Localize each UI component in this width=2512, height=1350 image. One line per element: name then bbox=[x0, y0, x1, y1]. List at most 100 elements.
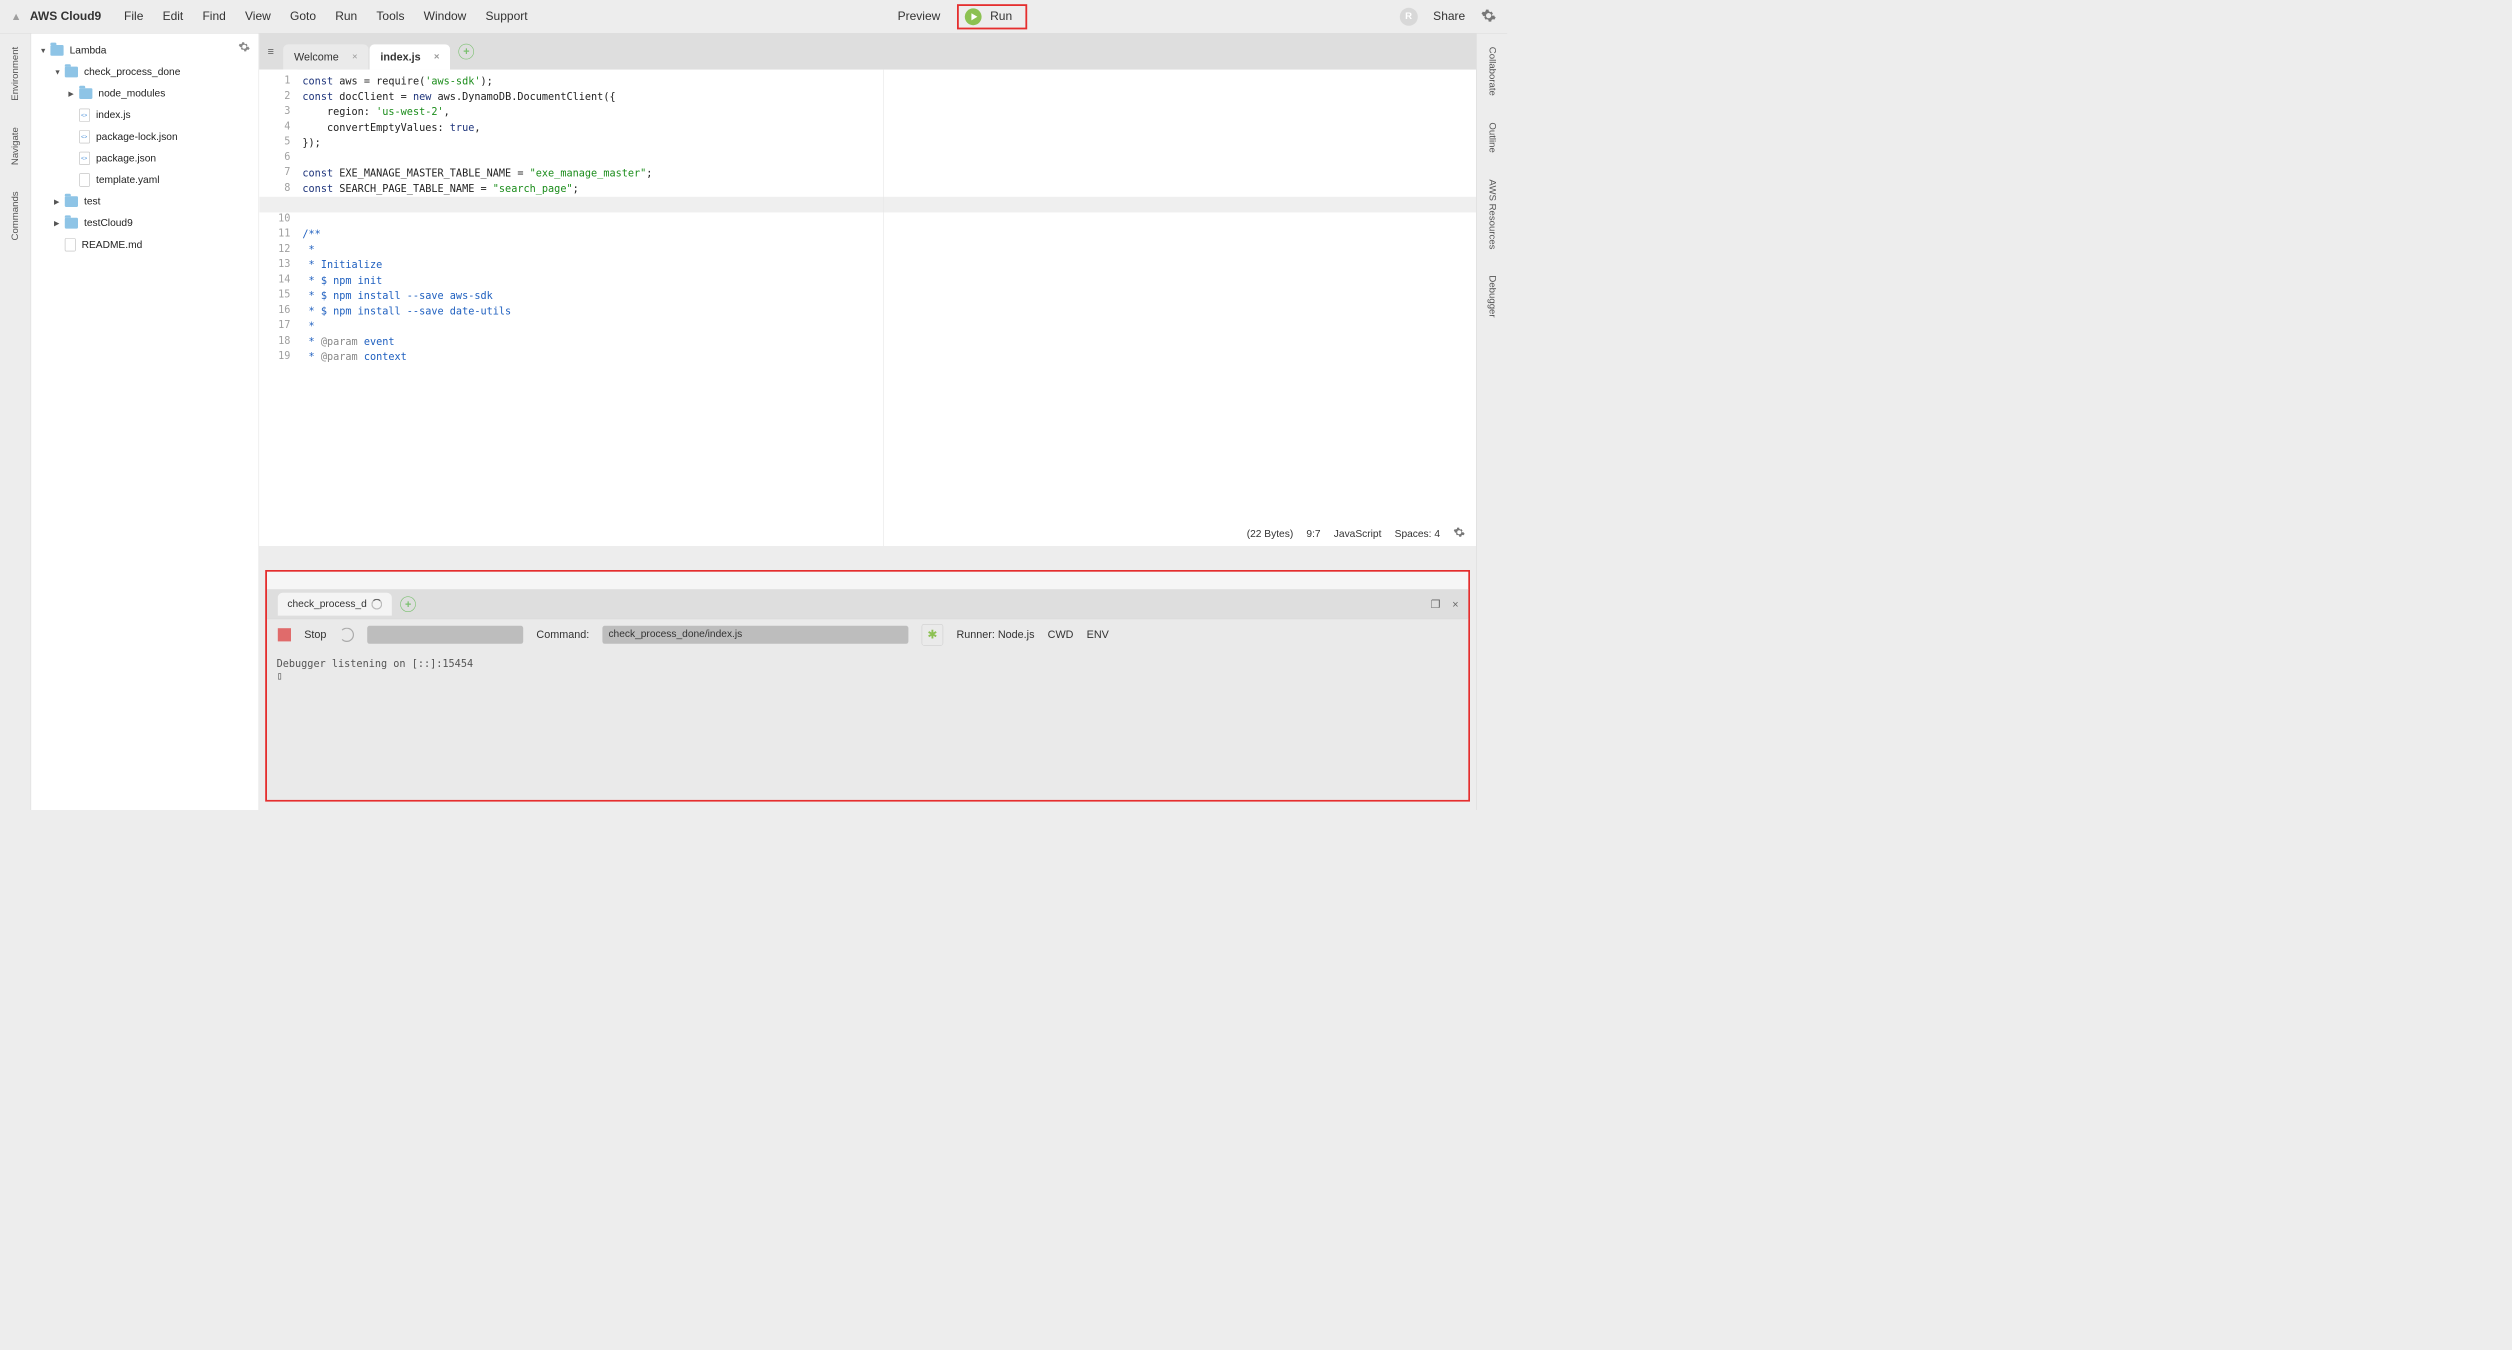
tree-item-label: package-lock.json bbox=[96, 131, 178, 143]
avatar[interactable]: R bbox=[1400, 8, 1418, 26]
caret-icon[interactable]: ▶ bbox=[54, 219, 62, 227]
tab-welcome[interactable]: Welcome × bbox=[283, 44, 368, 69]
tree-item-label: test bbox=[84, 196, 100, 208]
console-tab-label: check_process_d bbox=[287, 598, 366, 610]
tree-item[interactable]: package.json bbox=[31, 148, 258, 170]
tree-item-label: template.yaml bbox=[96, 174, 159, 186]
tree-item-label: package.json bbox=[96, 152, 156, 164]
menu-tools[interactable]: Tools bbox=[367, 10, 414, 24]
brand: AWS Cloud9 bbox=[30, 10, 101, 24]
tree-item[interactable]: ▶ testCloud9 bbox=[31, 212, 258, 234]
file-icon bbox=[79, 130, 90, 143]
console-tabs: check_process_d + ❐ × bbox=[267, 590, 1468, 619]
sidebar: ▼ Lambda ▼ check_process_done ▶ node_modulesi… bbox=[31, 34, 259, 810]
caret-icon[interactable]: ▶ bbox=[68, 89, 76, 97]
status-gear-icon[interactable] bbox=[1453, 526, 1465, 541]
rail-debugger[interactable]: Debugger bbox=[1487, 262, 1498, 331]
console-panel: check_process_d + ❐ × Stop Command: chec… bbox=[265, 570, 1470, 802]
folder-icon bbox=[50, 45, 63, 56]
tree-item-label: check_process_done bbox=[84, 66, 180, 78]
menu-support[interactable]: Support bbox=[476, 10, 537, 24]
close-icon[interactable]: × bbox=[1452, 598, 1458, 611]
share-button[interactable]: Share bbox=[1433, 10, 1465, 24]
restore-icon[interactable]: ❐ bbox=[1431, 598, 1441, 611]
console-tab-add[interactable]: + bbox=[400, 596, 416, 612]
menu-run[interactable]: Run bbox=[326, 10, 367, 24]
tree-item[interactable]: ▼ Lambda bbox=[31, 40, 258, 62]
command-label: Command: bbox=[536, 628, 589, 641]
tab-indexjs[interactable]: index.js × bbox=[370, 44, 451, 69]
tab-add-button[interactable]: + bbox=[459, 44, 475, 60]
menu-view[interactable]: View bbox=[235, 10, 280, 24]
rail-commands[interactable]: Commands bbox=[10, 178, 21, 253]
menu-edit[interactable]: Edit bbox=[153, 10, 193, 24]
gear-icon[interactable] bbox=[1481, 8, 1497, 25]
tree-item-label: Lambda bbox=[70, 44, 107, 56]
folder-icon bbox=[65, 218, 78, 229]
code-editor[interactable]: 12345678910111213141516171819 const aws … bbox=[259, 70, 1476, 546]
code-content[interactable]: const aws = require('aws-sdk');const doc… bbox=[298, 70, 1476, 546]
center-area: ≡ Welcome × index.js × + 123456789101112… bbox=[259, 34, 1476, 810]
file-icon bbox=[79, 109, 90, 122]
console-output[interactable]: Debugger listening on [::]:15454 ▯ bbox=[267, 650, 1468, 800]
rail-environment[interactable]: Environment bbox=[10, 34, 21, 114]
status-lang[interactable]: JavaScript bbox=[1334, 528, 1382, 540]
folder-icon bbox=[65, 67, 78, 78]
tree-item[interactable]: template.yaml bbox=[31, 169, 258, 191]
command-input[interactable]: check_process_done/index.js bbox=[602, 626, 908, 644]
menubar: ▲ AWS Cloud9 File Edit Find View Goto Ru… bbox=[0, 0, 1507, 34]
stop-icon[interactable] bbox=[278, 628, 291, 641]
tab-label: Welcome bbox=[294, 51, 339, 64]
env-button[interactable]: ENV bbox=[1087, 628, 1109, 641]
tree-item-label: index.js bbox=[96, 109, 131, 121]
menu-file[interactable]: File bbox=[114, 10, 153, 24]
tree-item-label: node_modules bbox=[98, 88, 165, 100]
console-toolbar: Stop Command: check_process_done/index.j… bbox=[267, 619, 1468, 650]
run-config-dropdown[interactable] bbox=[367, 626, 523, 644]
tree-item[interactable]: README.md bbox=[31, 234, 258, 256]
tree-item[interactable]: package-lock.json bbox=[31, 126, 258, 148]
rail-navigate[interactable]: Navigate bbox=[10, 114, 21, 178]
file-icon bbox=[79, 152, 90, 165]
reload-icon[interactable] bbox=[340, 627, 354, 641]
menu-find[interactable]: Find bbox=[193, 10, 236, 24]
spinner-icon bbox=[372, 599, 383, 610]
gutter: 12345678910111213141516171819 bbox=[259, 70, 297, 546]
preview-button[interactable]: Preview bbox=[886, 10, 953, 24]
tree-item[interactable]: ▼ check_process_done bbox=[31, 61, 258, 83]
console-tab[interactable]: check_process_d bbox=[278, 593, 392, 616]
runner-button[interactable]: Runner: Node.js bbox=[956, 628, 1034, 641]
left-rail: Environment Navigate Commands bbox=[0, 34, 31, 810]
play-icon bbox=[965, 8, 982, 25]
tree-item-label: testCloud9 bbox=[84, 217, 133, 229]
tree-item[interactable]: index.js bbox=[31, 104, 258, 126]
close-icon[interactable]: × bbox=[352, 52, 358, 63]
menu-toggle-icon[interactable]: ▲ bbox=[11, 10, 22, 23]
sidebar-gear-icon[interactable] bbox=[238, 41, 250, 55]
stop-button[interactable]: Stop bbox=[304, 628, 326, 641]
tabs-menu-icon[interactable]: ≡ bbox=[268, 45, 284, 58]
tab-label: index.js bbox=[380, 51, 420, 64]
status-pos[interactable]: 9:7 bbox=[1306, 528, 1320, 540]
close-icon[interactable]: × bbox=[434, 52, 440, 63]
rail-outline[interactable]: Outline bbox=[1487, 109, 1498, 166]
caret-icon[interactable]: ▶ bbox=[54, 197, 62, 205]
run-button[interactable]: Run bbox=[957, 4, 1027, 29]
caret-icon[interactable]: ▼ bbox=[40, 46, 48, 54]
rail-aws-resources[interactable]: AWS Resources bbox=[1487, 166, 1498, 262]
tree-item-label: README.md bbox=[82, 239, 143, 251]
rail-collaborate[interactable]: Collaborate bbox=[1487, 34, 1498, 109]
menu-window[interactable]: Window bbox=[414, 10, 476, 24]
print-margin bbox=[883, 70, 884, 546]
folder-icon bbox=[79, 88, 92, 99]
tree-item[interactable]: ▶ node_modules bbox=[31, 83, 258, 105]
cwd-button[interactable]: CWD bbox=[1048, 628, 1074, 641]
statusbar: (22 Bytes) 9:7 JavaScript Spaces: 4 bbox=[1247, 526, 1465, 541]
menu-goto[interactable]: Goto bbox=[280, 10, 325, 24]
file-icon bbox=[65, 238, 76, 251]
run-label: Run bbox=[990, 10, 1012, 24]
bug-icon[interactable]: ✱ bbox=[922, 624, 944, 646]
status-spaces[interactable]: Spaces: 4 bbox=[1395, 528, 1440, 540]
tree-item[interactable]: ▶ test bbox=[31, 191, 258, 213]
caret-icon[interactable]: ▼ bbox=[54, 68, 62, 76]
